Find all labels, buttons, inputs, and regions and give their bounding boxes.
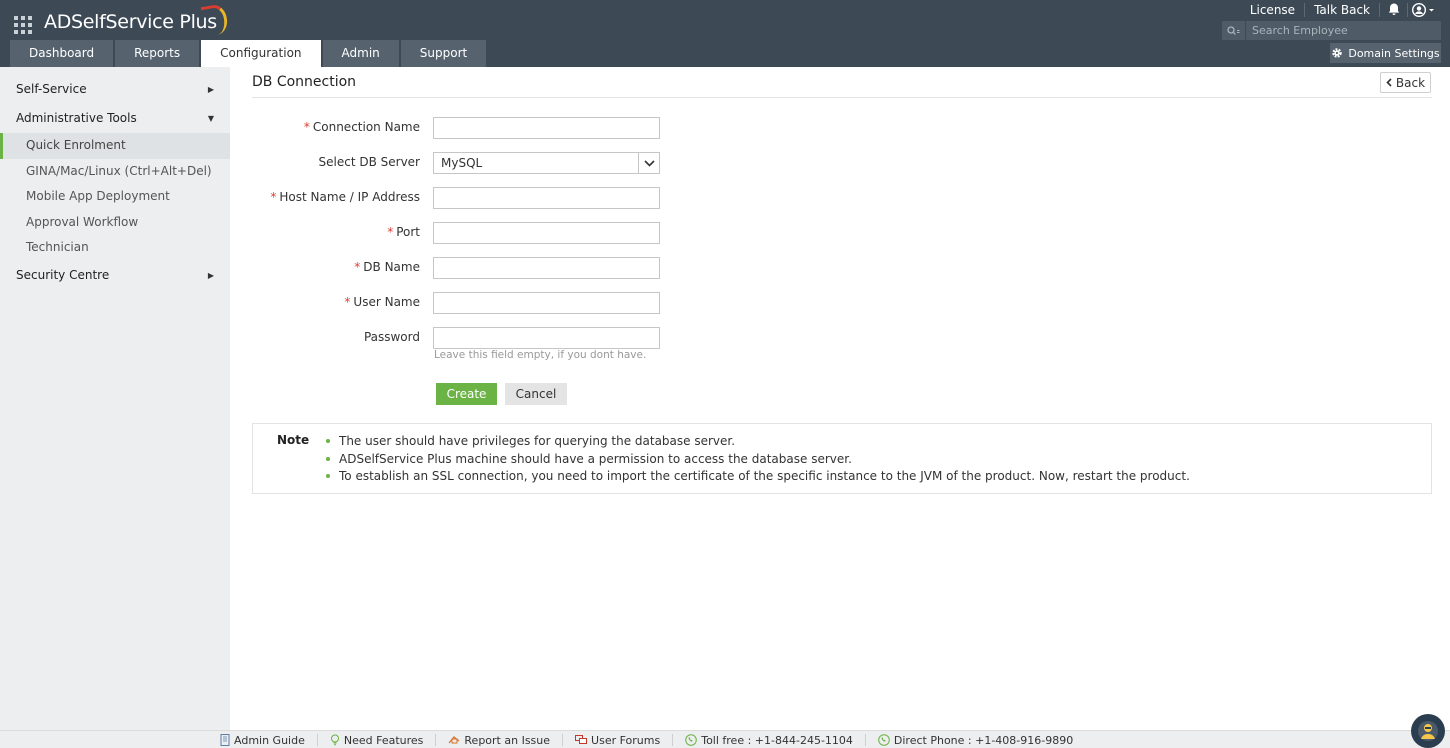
form-row-db-server: Select DB Server MySQL (252, 152, 662, 174)
create-button[interactable]: Create (436, 383, 497, 405)
footer-toll-free[interactable]: Toll free : +1-844-245-1104 (673, 734, 866, 747)
caret-right-icon: ▶ (207, 85, 214, 94)
footer-user-forums[interactable]: User Forums (563, 734, 674, 747)
chevron-left-icon (1386, 78, 1392, 87)
sidebar-item-gina-mac-linux[interactable]: GINA/Mac/Linux (Ctrl+Alt+Del) (0, 159, 230, 185)
note-box: Note The user should have privileges for… (252, 423, 1432, 494)
host-name-label: * Host Name / IP Address (270, 190, 420, 204)
required-marker: * (303, 120, 310, 134)
footer-need-features[interactable]: Need Features (318, 734, 437, 747)
app-header: ADSelfService Plus License Talk Back Das… (0, 0, 1450, 67)
sidebar: Self-Service ▶ Administrative Tools ▼ Qu… (0, 67, 230, 730)
sidebar-item-technician[interactable]: Technician (0, 235, 230, 261)
user-avatar-icon[interactable] (1408, 2, 1440, 17)
footer-links: Admin Guide Need Features Report an Issu… (220, 731, 1085, 748)
form-row-host-name: * Host Name / IP Address (252, 187, 662, 209)
logo-arc-icon (200, 3, 230, 37)
tab-support[interactable]: Support (400, 40, 487, 67)
employee-search (1222, 21, 1441, 40)
chevron-down-icon[interactable] (638, 153, 659, 173)
top-links: License Talk Back (1241, 0, 1440, 19)
note-item: To establish an SSL connection, you need… (325, 469, 1190, 487)
note-list: The user should have privileges for quer… (325, 434, 1190, 487)
tab-admin[interactable]: Admin (322, 40, 399, 67)
connection-name-label: * Connection Name (303, 120, 420, 134)
phone-icon (685, 734, 698, 746)
app-logo[interactable]: ADSelfService Plus (44, 11, 217, 33)
password-hint: Leave this field empty, if you dont have… (434, 349, 647, 361)
db-name-label: * DB Name (354, 260, 420, 274)
port-input[interactable] (433, 222, 660, 244)
form-row-port: * Port (252, 222, 662, 244)
sidebar-group-security-centre[interactable]: Security Centre ▶ (0, 261, 230, 290)
gear-icon (1332, 48, 1343, 58)
tab-configuration[interactable]: Configuration (201, 40, 321, 67)
db-name-input[interactable] (433, 257, 660, 279)
sidebar-group-administrative-tools[interactable]: Administrative Tools ▼ (0, 104, 230, 133)
footer-direct-phone[interactable]: Direct Phone : +1-408-916-9890 (866, 734, 1085, 747)
sidebar-item-approval-workflow[interactable]: Approval Workflow (0, 210, 230, 236)
form-row-connection-name: * Connection Name (252, 117, 662, 139)
sidebar-item-mobile-app-deployment[interactable]: Mobile App Deployment (0, 184, 230, 210)
domain-settings-button[interactable]: Domain Settings (1330, 43, 1441, 63)
note-item: ADSelfService Plus machine should have a… (325, 452, 1190, 470)
sidebar-group-label: Security Centre (16, 267, 110, 282)
app-grid-icon[interactable] (14, 16, 32, 34)
form-row-user-name: * User Name (252, 292, 662, 314)
tab-reports[interactable]: Reports (115, 40, 200, 67)
caret-down-icon: ▼ (207, 114, 214, 123)
required-marker: * (270, 190, 277, 204)
db-server-select[interactable]: MySQL (433, 152, 660, 174)
required-marker: * (344, 295, 351, 309)
db-server-value: MySQL (441, 156, 483, 170)
bug-icon (448, 736, 460, 744)
required-marker: * (387, 225, 394, 239)
bell-icon[interactable] (1380, 2, 1408, 17)
sidebar-item-quick-enrolment[interactable]: Quick Enrolment (0, 133, 230, 159)
caret-right-icon: ▶ (207, 270, 214, 280)
user-name-input[interactable] (433, 292, 660, 314)
required-marker: * (354, 260, 361, 274)
forum-icon (575, 735, 588, 744)
main-tabs: Dashboard Reports Configuration Admin Su… (10, 40, 488, 67)
footer: Admin Guide Need Features Report an Issu… (0, 730, 1450, 748)
sidebar-group-self-service[interactable]: Self-Service ▶ (0, 75, 230, 104)
note-title: Note (277, 433, 310, 447)
page-title: DB Connection (252, 74, 357, 90)
user-name-label: * User Name (344, 295, 420, 309)
password-label: Password (363, 330, 420, 344)
search-icon[interactable] (1222, 21, 1246, 40)
chatbot-icon[interactable] (1411, 714, 1445, 748)
password-input[interactable] (433, 327, 660, 349)
back-label: Back (1395, 75, 1426, 90)
note-item: The user should have privileges for quer… (325, 434, 1190, 452)
domain-settings-label: Domain Settings (1348, 46, 1440, 60)
port-label: * Port (387, 225, 420, 239)
footer-admin-guide[interactable]: Admin Guide (220, 734, 318, 747)
phone-icon (878, 734, 890, 746)
bulb-icon (330, 734, 339, 746)
footer-report-issue[interactable]: Report an Issue (436, 734, 564, 747)
db-server-label: Select DB Server (318, 155, 420, 169)
back-button[interactable]: Back (1380, 72, 1431, 93)
book-icon (220, 734, 230, 746)
form-row-db-name: * DB Name (252, 257, 662, 279)
talk-back-link[interactable]: Talk Back (1305, 2, 1380, 17)
license-link[interactable]: License (1241, 2, 1306, 17)
form-row-password: Password (252, 327, 662, 349)
cancel-button[interactable]: Cancel (505, 383, 567, 405)
title-divider (252, 97, 1432, 98)
host-name-input[interactable] (433, 187, 660, 209)
sidebar-group-label: Self-Service (16, 82, 87, 96)
tab-dashboard[interactable]: Dashboard (10, 40, 114, 67)
connection-name-input[interactable] (433, 117, 660, 139)
search-employee-input[interactable] (1246, 24, 1436, 37)
sidebar-group-label: Administrative Tools (16, 111, 137, 125)
